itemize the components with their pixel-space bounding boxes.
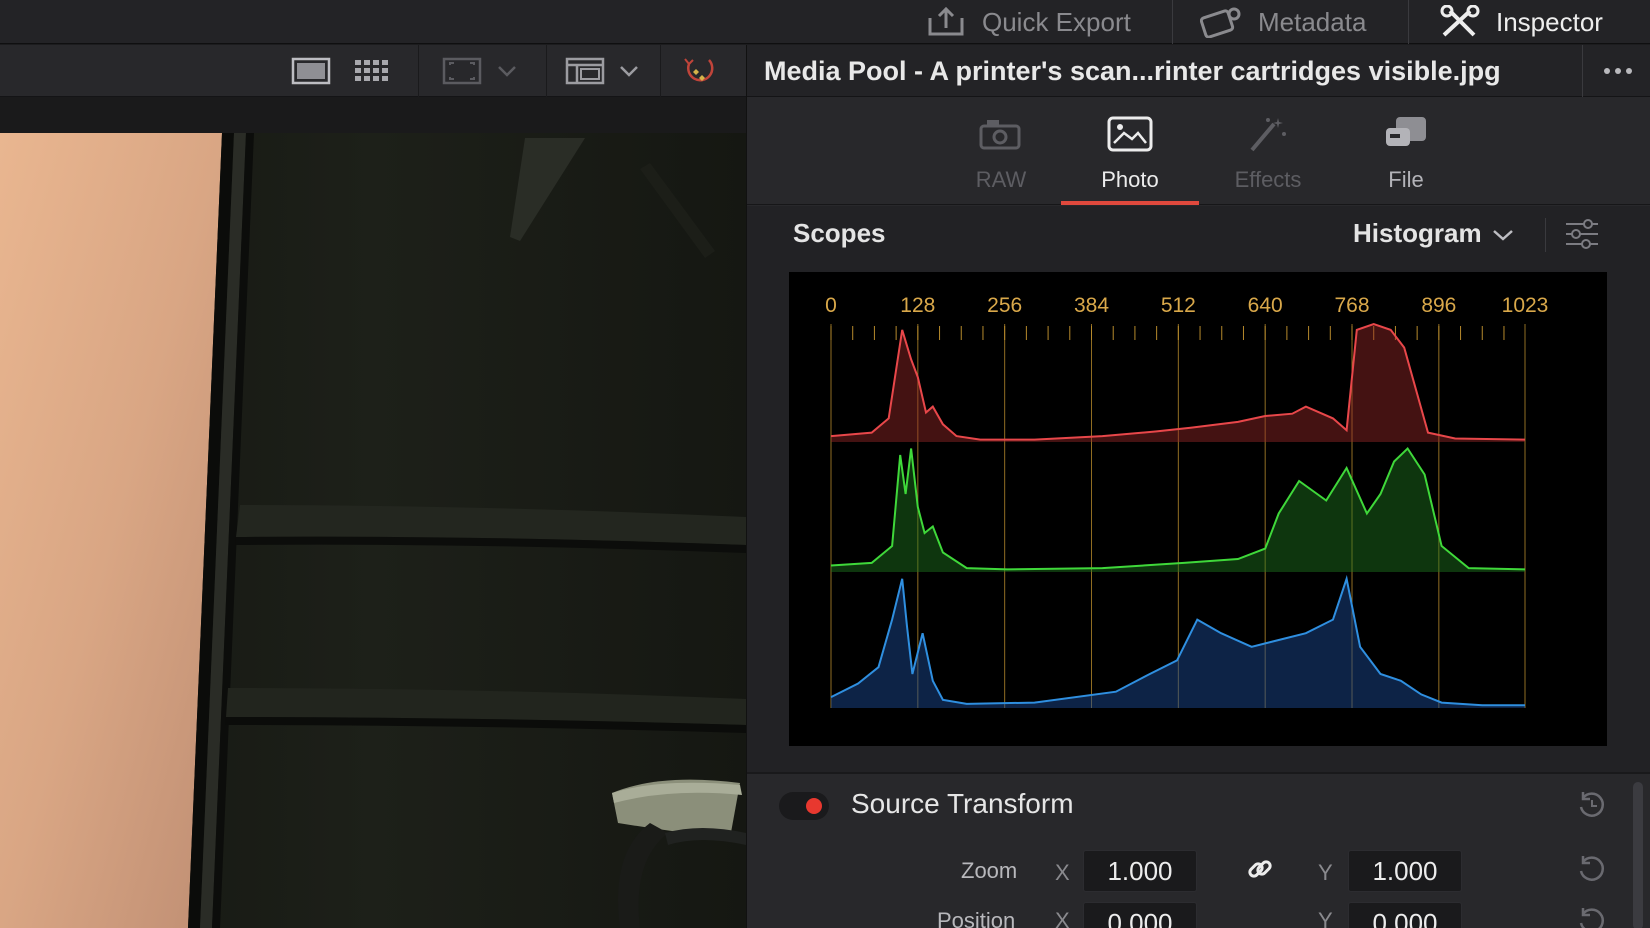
more-options-icon[interactable] [1593, 45, 1643, 97]
reset-section-icon[interactable] [1575, 788, 1609, 827]
metadata-label: Metadata [1258, 6, 1367, 37]
chevron-down-icon[interactable] [616, 45, 642, 97]
export-icon [926, 6, 966, 38]
source-transform-toggle[interactable] [779, 792, 829, 820]
zoom-label: Zoom [961, 858, 1018, 883]
position-x-axis-label: X [1055, 908, 1070, 928]
tab-raw-label: RAW [975, 167, 1027, 192]
tab-effects-label: Effects [1234, 167, 1302, 192]
tab-file-label: File [1388, 167, 1424, 192]
position-label: Position [937, 908, 1016, 928]
histogram-tick-label: 256 [987, 294, 1022, 317]
metadata-button[interactable]: Metadata [1200, 0, 1366, 44]
zoom-x-axis-label: X [1055, 860, 1070, 885]
histogram-chart: 0 128 256 384 512 640 768 896 1023 [825, 294, 1549, 708]
file-icon [1337, 109, 1475, 159]
inspector-button[interactable]: Inspector [1440, 0, 1603, 44]
inspector-scrollbar[interactable] [1633, 782, 1643, 928]
inspector-panel: Media Pool - A printer's scan...rinter c… [746, 45, 1650, 928]
zoom-y-axis-label: Y [1318, 860, 1333, 885]
toolbar-divider [660, 45, 661, 97]
histogram-scope: 0 128 256 384 512 640 768 896 1023 [789, 272, 1607, 746]
scope-settings-icon[interactable] [1562, 216, 1602, 257]
chevron-down-icon[interactable] [494, 45, 520, 97]
histogram-tick-label: 0 [825, 294, 837, 317]
layout-icon[interactable] [560, 45, 610, 97]
grid-view-icon[interactable] [348, 45, 398, 97]
histogram-tick-label: 640 [1248, 294, 1283, 317]
header-divider [1172, 0, 1173, 44]
histogram-tick-label: 512 [1161, 294, 1196, 317]
header-divider [1408, 0, 1409, 44]
tab-raw[interactable]: RAW [932, 97, 1070, 205]
inspector-label: Inspector [1496, 6, 1603, 37]
quick-export-button[interactable]: Quick Export [926, 0, 1131, 44]
inspector-title: Media Pool - A printer's scan...rinter c… [764, 56, 1501, 86]
chevron-down-icon [1492, 218, 1514, 249]
toolbar-divider [546, 45, 547, 97]
source-transform-section: Source Transform Zoom X 1.000 Y 1.000 Po… [747, 772, 1650, 928]
link-icon[interactable] [1243, 852, 1277, 891]
viewer-image[interactable] [0, 133, 746, 928]
photo-icon [1061, 109, 1199, 159]
histogram-tick-label: 1023 [1502, 294, 1549, 317]
scopes-section: Scopes Histogram 0 128 256 384 512 640 768 896 1… [747, 206, 1650, 772]
inspector-title-bar: Media Pool - A printer's scan...rinter c… [747, 45, 1650, 97]
histogram-tick-label: 768 [1334, 294, 1369, 317]
single-view-icon[interactable] [286, 45, 336, 97]
transform-overlay-icon[interactable] [674, 45, 724, 97]
quick-export-label: Quick Export [982, 6, 1131, 37]
scopes-divider [1545, 218, 1546, 252]
tab-photo-label: Photo [1101, 167, 1159, 192]
scope-mode-label: Histogram [1353, 218, 1482, 248]
viewer-top-strip [0, 97, 746, 133]
metadata-icon [1200, 6, 1242, 38]
histogram-tick-label: 384 [1074, 294, 1109, 317]
source-transform-title: Source Transform [851, 788, 1074, 819]
tab-file[interactable]: File [1337, 97, 1475, 205]
active-tab-indicator [1061, 201, 1199, 205]
title-divider [1582, 45, 1583, 97]
reset-zoom-icon[interactable] [1575, 852, 1609, 891]
position-y-axis-label: Y [1318, 908, 1333, 928]
viewer-toolbar [0, 45, 746, 97]
inspector-icon [1440, 5, 1480, 39]
magic-wand-icon [1199, 109, 1337, 159]
toggle-indicator [806, 798, 822, 814]
safe-area-icon[interactable] [432, 45, 492, 97]
tab-effects[interactable]: Effects [1199, 97, 1337, 205]
reset-position-icon[interactable] [1575, 904, 1609, 928]
zoom-y-field[interactable]: 1.000 [1348, 850, 1462, 892]
tab-photo[interactable]: Photo [1061, 97, 1199, 205]
zoom-x-field[interactable]: 1.000 [1083, 850, 1197, 892]
inspector-tabs: RAW Photo Effects File [747, 97, 1650, 205]
histogram-tick-label: 128 [900, 294, 935, 317]
toolbar-divider [418, 45, 419, 97]
position-x-field[interactable]: 0.000 [1083, 902, 1197, 928]
scope-mode-dropdown[interactable]: Histogram [1353, 218, 1514, 249]
histogram-tick-label: 896 [1421, 294, 1456, 317]
viewer [0, 97, 746, 928]
camera-raw-icon [932, 109, 1070, 159]
scopes-title: Scopes [793, 218, 886, 248]
top-header: Quick Export Metadata Inspector [0, 0, 1650, 44]
position-y-field[interactable]: 0.000 [1348, 902, 1462, 928]
